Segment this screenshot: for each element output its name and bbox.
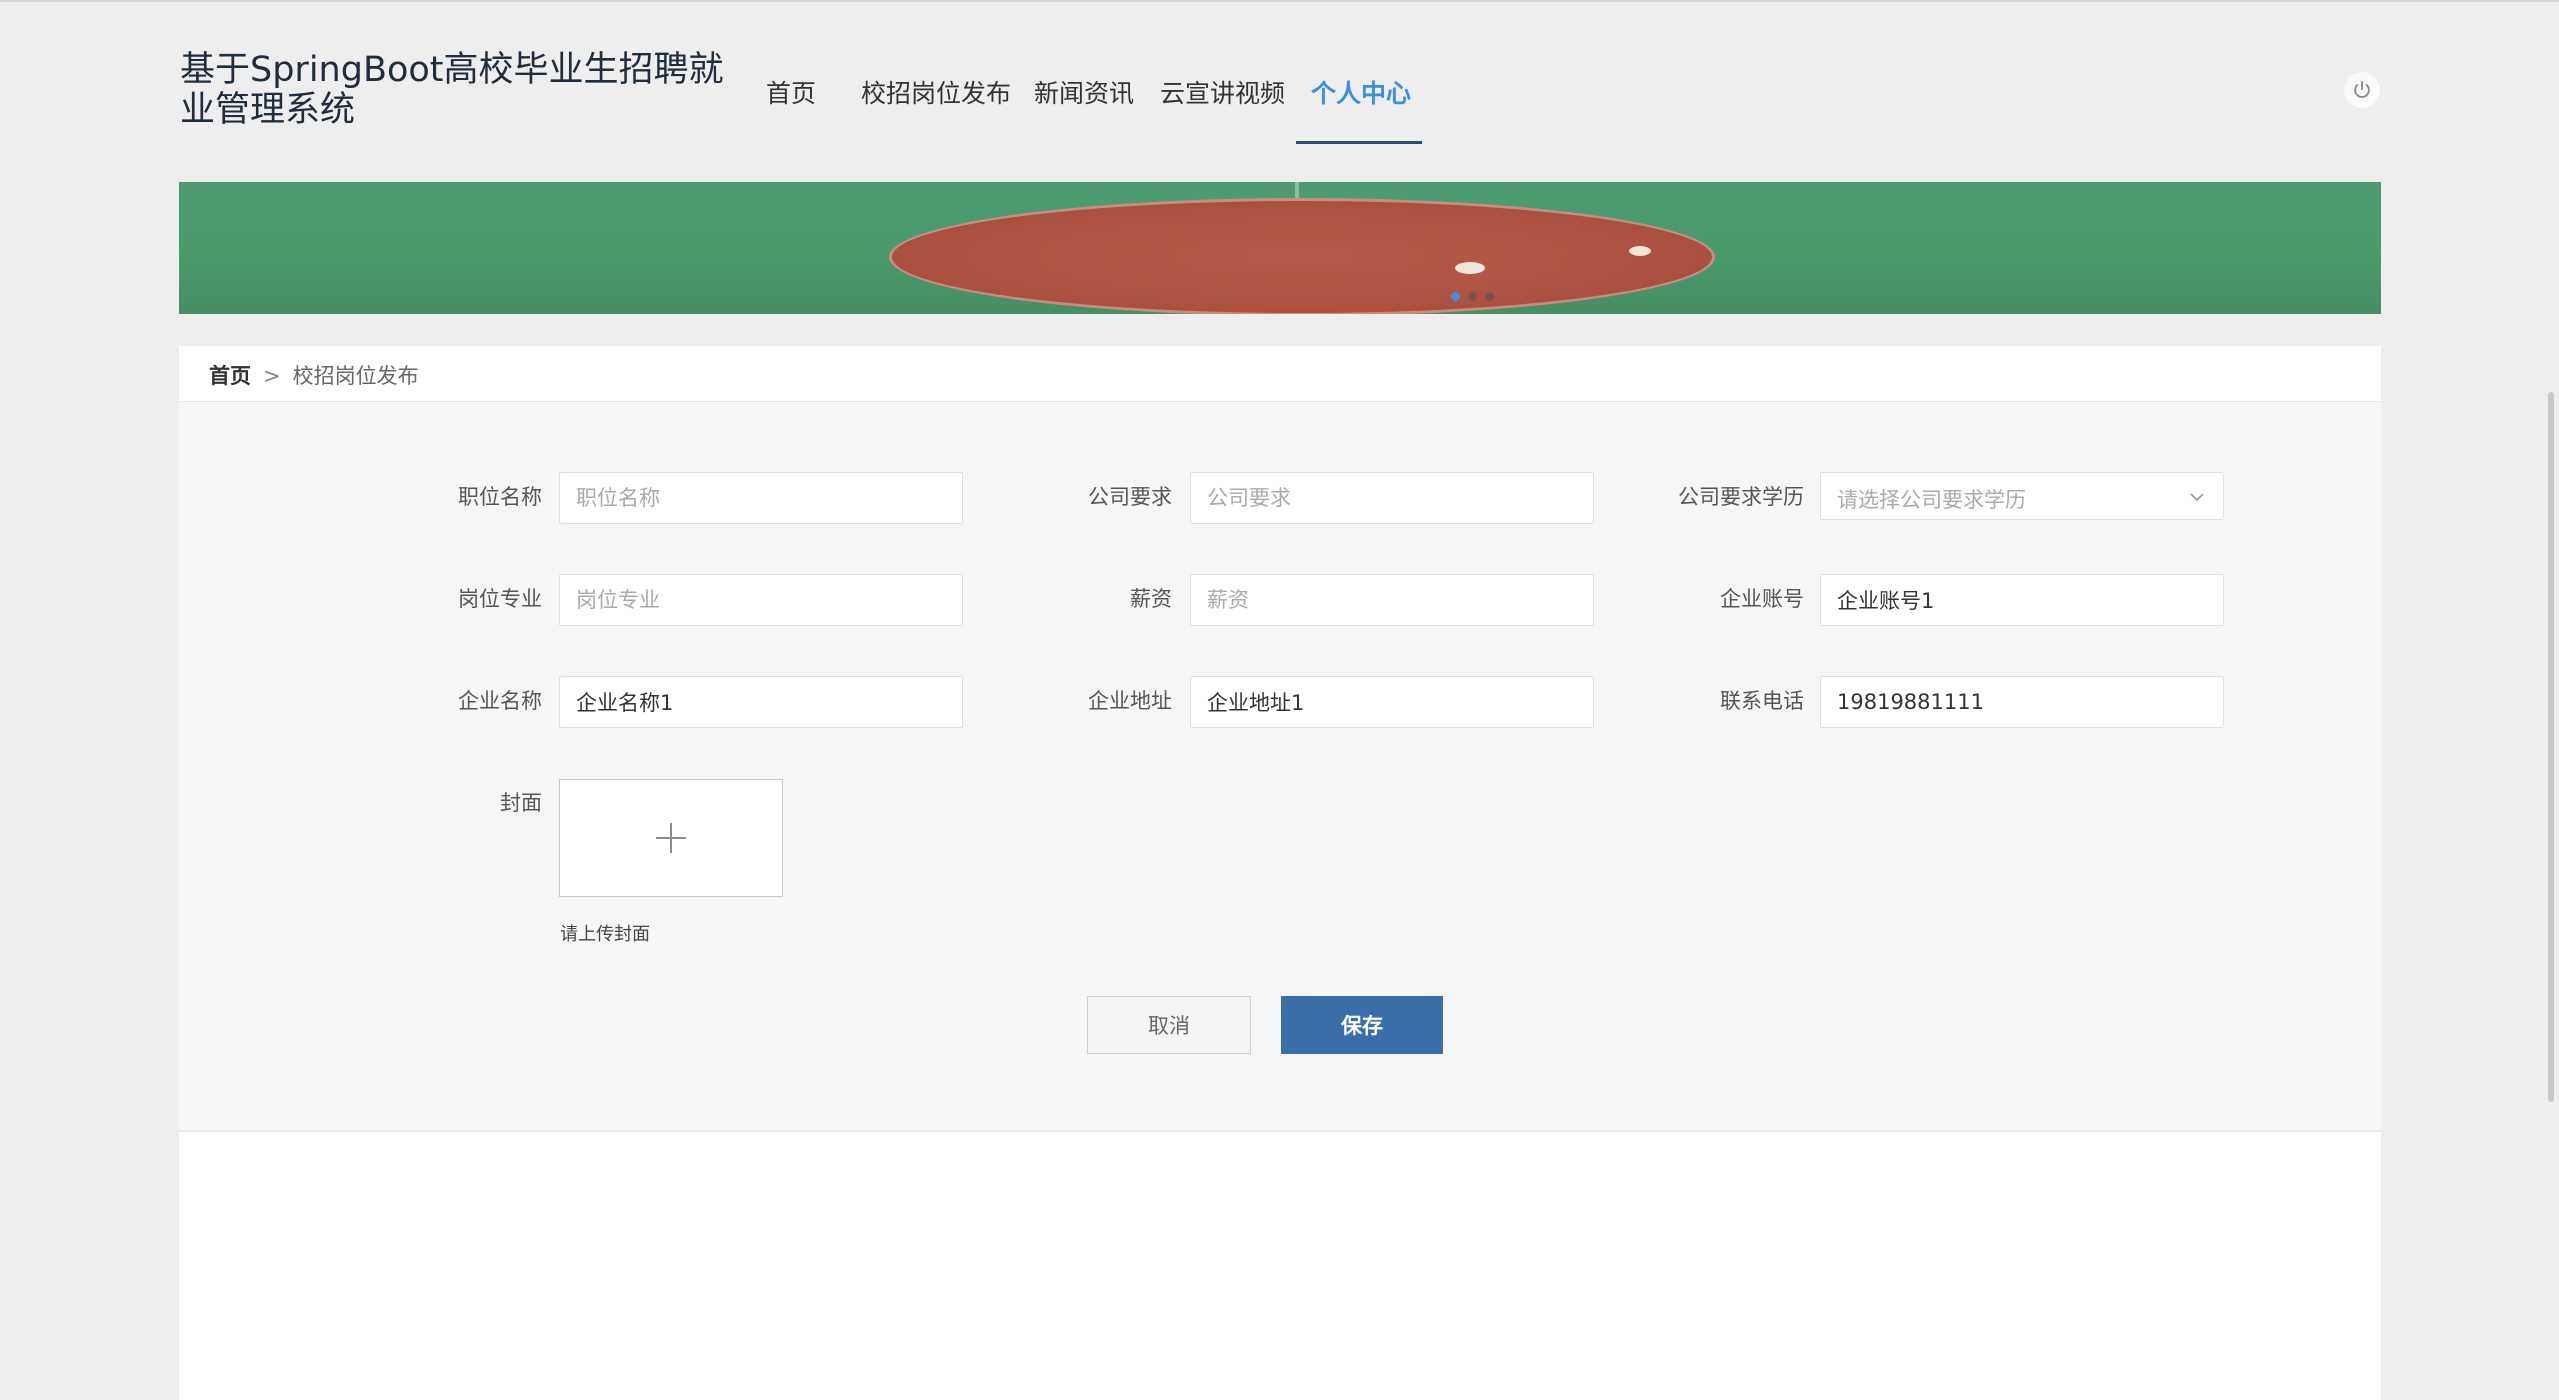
page-scrollbar[interactable] [2548,392,2554,1102]
breadcrumb-separator: > [263,364,281,388]
nav-videos[interactable]: 云宣讲视频 [1160,74,1285,110]
major-label: 岗位专业 [458,587,542,611]
nav-active-underline [1296,141,1422,144]
job-name-input[interactable] [560,473,962,523]
education-select[interactable]: 请选择公司要求学历 [1820,472,2224,520]
cancel-button[interactable]: 取消 [1087,996,1251,1054]
company-address-label: 企业地址 [1088,689,1172,713]
save-button[interactable]: 保存 [1281,996,1443,1054]
company-account-field[interactable] [1820,574,2224,626]
company-address-field[interactable] [1190,676,1594,728]
site-title: 基于SpringBoot高校毕业生招聘就业管理系统 [180,50,724,130]
nav-personal-center[interactable]: 个人中心 [1311,74,1411,110]
education-label: 公司要求学历 [1678,485,1804,509]
major-field[interactable] [559,574,963,626]
nav-campus-jobs[interactable]: 校招岗位发布 [861,74,1011,110]
top-border [0,0,2559,2]
plus-icon [656,823,686,853]
company-name-field[interactable] [559,676,963,728]
breadcrumb-home[interactable]: 首页 [209,364,251,388]
chevron-down-icon [2190,493,2204,502]
company-requirement-input[interactable] [1191,473,1593,523]
logout-button[interactable] [2344,72,2380,108]
cover-upload[interactable] [559,779,783,897]
banner-image-track [889,198,1715,314]
phone-input[interactable] [1821,677,2223,727]
carousel-dot[interactable] [1451,292,1460,301]
company-requirement-label: 公司要求 [1088,485,1172,509]
power-icon [2354,80,2370,98]
nav-news[interactable]: 新闻资讯 [1034,74,1134,110]
company-address-input[interactable] [1191,677,1593,727]
company-account-label: 企业账号 [1720,587,1804,611]
banner-base-mark [1455,262,1485,274]
carousel-dot[interactable] [1468,292,1477,301]
breadcrumb-bar: 首页 > 校招岗位发布 [179,346,2381,402]
banner-carousel[interactable] [179,182,2381,314]
breadcrumb: 首页 > 校招岗位发布 [209,360,419,390]
company-name-label: 企业名称 [458,689,542,713]
salary-label: 薪资 [1130,587,1172,611]
education-select-placeholder: 请选择公司要求学历 [1837,488,2026,512]
banner-base-mark [1629,246,1651,256]
carousel-indicators [1451,292,1494,301]
phone-label: 联系电话 [1720,689,1804,713]
company-name-input[interactable] [560,677,962,727]
major-input[interactable] [560,575,962,625]
salary-field[interactable] [1190,574,1594,626]
phone-field[interactable] [1820,676,2224,728]
company-account-input[interactable] [1821,575,2223,625]
cover-upload-tip: 请上传封面 [560,924,650,945]
company-requirement-field[interactable] [1190,472,1594,524]
carousel-dot[interactable] [1485,292,1494,301]
salary-input[interactable] [1191,575,1593,625]
job-name-label: 职位名称 [458,485,542,509]
nav-home[interactable]: 首页 [766,74,816,110]
job-name-field[interactable] [559,472,963,524]
breadcrumb-current: 校招岗位发布 [292,364,419,388]
cover-label: 封面 [500,791,542,815]
page-bottom-area [179,1131,2381,1400]
